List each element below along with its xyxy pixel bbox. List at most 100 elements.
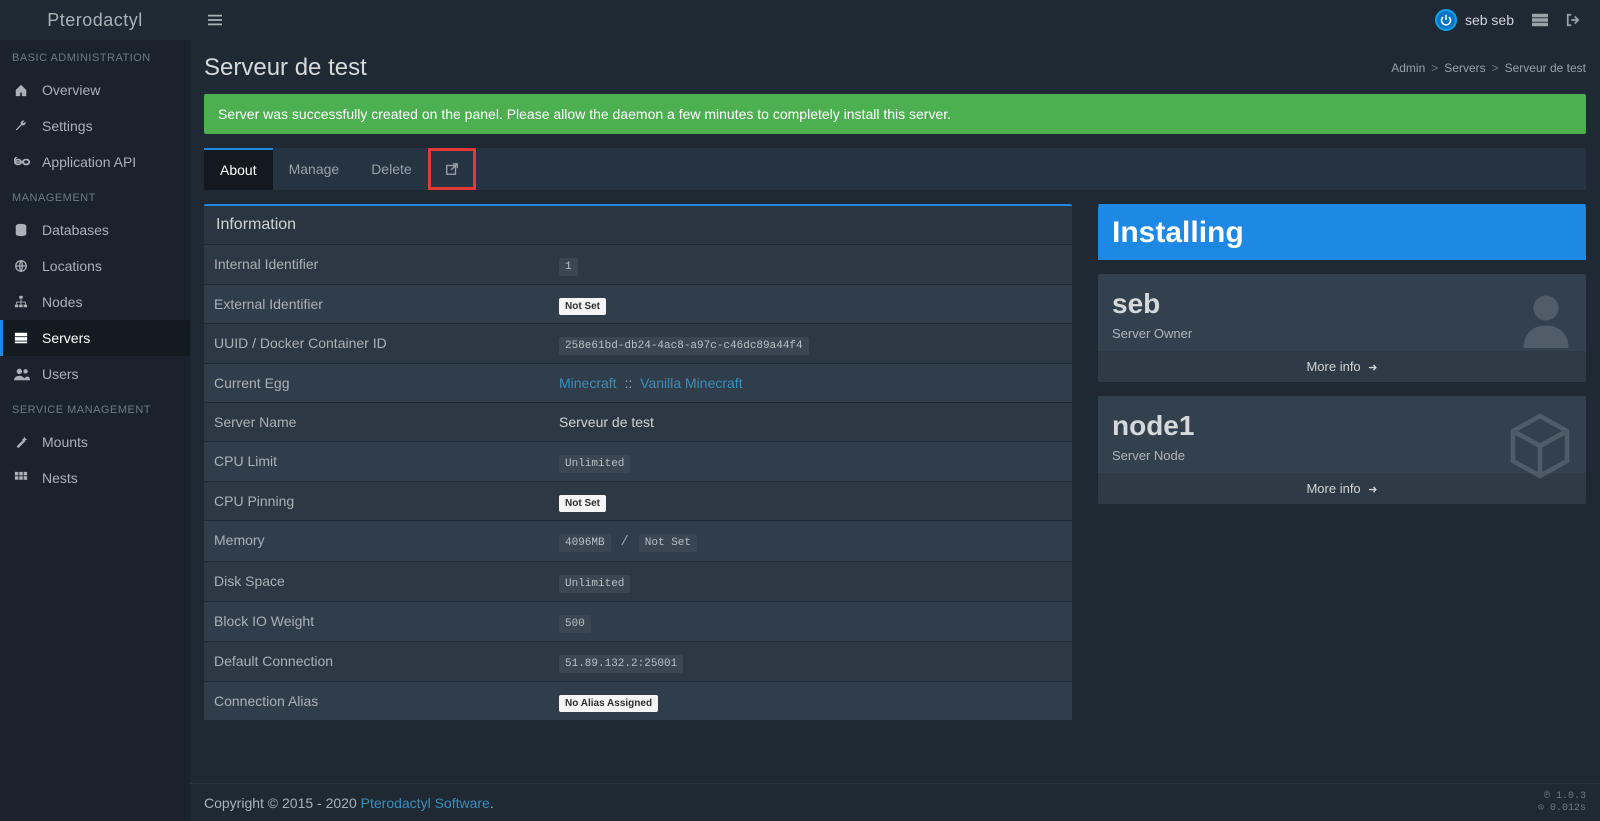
owner-card: seb Server Owner More info ➜ [1098,274,1586,382]
sidebar-section-basic: BASIC ADMINISTRATION [0,40,190,72]
row-disk: Disk Space Unlimited [204,561,1072,601]
uuid-value: 258e61bd-db24-4ac8-a97c-c46dc89a44f4 [559,337,809,355]
breadcrumb-servers[interactable]: Servers [1444,61,1485,75]
node-name: node1 [1112,410,1572,442]
row-internal-id: Internal Identifier 1 [204,244,1072,284]
sidebar-item-label: Locations [42,258,102,274]
row-egg: Current Egg Minecraft :: Vanilla Minecra… [204,363,1072,402]
sidebar-item-label: Application API [42,154,136,170]
egg-egg-link[interactable]: Vanilla Minecraft [640,375,742,391]
power-icon [1435,9,1457,31]
row-alias: Connection Alias No Alias Assigned [204,681,1072,720]
server-view-icon[interactable] [1532,13,1548,27]
copyright: Copyright © 2015 - 2020 Pterodactyl Soft… [204,795,494,811]
sidebar-item-label: Users [42,366,79,382]
sidebar-item-servers[interactable]: Servers [0,320,190,356]
sidebar-item-label: Mounts [42,434,88,450]
node-sub: Server Node [1112,448,1572,463]
server-name-value: Serveur de test [549,403,1072,441]
row-io: Block IO Weight 500 [204,601,1072,641]
owner-name: seb [1112,288,1572,320]
sidebar-section-service: SERVICE MANAGEMENT [0,392,190,424]
wrench-icon [14,119,30,133]
chevron-right-icon: ➜ [1368,484,1377,496]
sidebar-item-locations[interactable]: Locations [0,248,190,284]
cpu-limit-value: Unlimited [559,455,630,473]
connection-value: 51.89.132.2:25001 [559,655,683,673]
sidebar-item-label: Databases [42,222,109,238]
user-icon [1516,288,1576,348]
status-value: Installing [1098,206,1586,260]
users-icon [14,367,30,381]
tab-manage[interactable]: Manage [273,148,356,190]
sidebar-item-users[interactable]: Users [0,356,190,392]
version-label: ℗ 1.0.3 [1538,791,1586,803]
breadcrumb: Admin > Servers > Serveur de test [1391,61,1586,75]
node-card: node1 Server Node More info ➜ [1098,396,1586,504]
alias-badge: No Alias Assigned [559,695,658,712]
sidebar-item-nodes[interactable]: Nodes [0,284,190,320]
th-icon [14,471,30,485]
software-link[interactable]: Pterodactyl Software [361,795,490,811]
row-external-id: External Identifier Not Set [204,284,1072,323]
magic-icon [14,435,30,449]
link-icon [14,157,30,167]
breadcrumb-current: Serveur de test [1505,61,1586,75]
owner-sub: Server Owner [1112,326,1572,341]
sidebar-item-label: Servers [42,330,90,346]
page-title: Serveur de test [204,54,367,82]
row-cpu-pinning: CPU Pinning Not Set [204,481,1072,520]
sidebar-item-label: Settings [42,118,93,134]
status-card: Installing [1098,204,1586,260]
tab-about[interactable]: About [204,148,273,190]
user-menu[interactable]: seb seb [1435,9,1514,31]
sitemap-icon [14,295,30,309]
alert-success: Server was successfully created on the p… [204,94,1586,134]
chevron-right-icon: ➜ [1368,362,1377,374]
memory-value: 4096MB [559,534,611,552]
tab-delete[interactable]: Delete [355,148,427,190]
sidebar-item-label: Nests [42,470,78,486]
owner-more-info-link[interactable]: More info ➜ [1098,351,1586,382]
row-uuid: UUID / Docker Container ID 258e61bd-db24… [204,323,1072,363]
row-server-name: Server Name Serveur de test [204,402,1072,441]
tab-external-link[interactable] [428,148,476,190]
home-icon [14,83,30,97]
database-icon [14,223,30,237]
render-time-label: ⊙ 0.012s [1538,803,1586,815]
server-icon [14,331,30,345]
swap-value: Not Set [639,534,697,552]
row-connection: Default Connection 51.89.132.2:25001 [204,641,1072,681]
sidebar-item-label: Overview [42,82,100,98]
sidebar-item-label: Nodes [42,294,82,310]
footer: Copyright © 2015 - 2020 Pterodactyl Soft… [190,783,1600,821]
io-value: 500 [559,615,591,633]
row-cpu-limit: CPU Limit Unlimited [204,441,1072,481]
external-link-icon [445,162,459,176]
sign-out-icon[interactable] [1566,13,1580,27]
info-heading: Information [204,206,1072,244]
sidebar-section-management: MANAGEMENT [0,180,190,212]
egg-nest-link[interactable]: Minecraft [559,375,617,391]
bars-icon [208,13,222,27]
logo[interactable]: Pterodactyl [0,0,190,40]
sidebar-item-mounts[interactable]: Mounts [0,424,190,460]
row-memory: Memory 4096MB / Not Set [204,520,1072,561]
info-box: Information Internal Identifier 1 Extern… [204,204,1072,720]
disk-value: Unlimited [559,575,630,593]
cpu-pinning-badge: Not Set [559,495,606,512]
sidebar-item-overview[interactable]: Overview [0,72,190,108]
user-name: seb seb [1465,12,1514,28]
sidebar-item-databases[interactable]: Databases [0,212,190,248]
external-id-badge: Not Set [559,298,606,315]
internal-id-value: 1 [559,258,578,276]
sidebar-toggle[interactable] [202,13,228,27]
cube-icon [1504,410,1576,482]
globe-icon [14,259,30,273]
tab-bar: About Manage Delete [204,148,1586,190]
sidebar-item-settings[interactable]: Settings [0,108,190,144]
breadcrumb-admin[interactable]: Admin [1391,61,1425,75]
sidebar: BASIC ADMINISTRATION Overview Settings A… [0,40,190,821]
sidebar-item-api[interactable]: Application API [0,144,190,180]
sidebar-item-nests[interactable]: Nests [0,460,190,496]
